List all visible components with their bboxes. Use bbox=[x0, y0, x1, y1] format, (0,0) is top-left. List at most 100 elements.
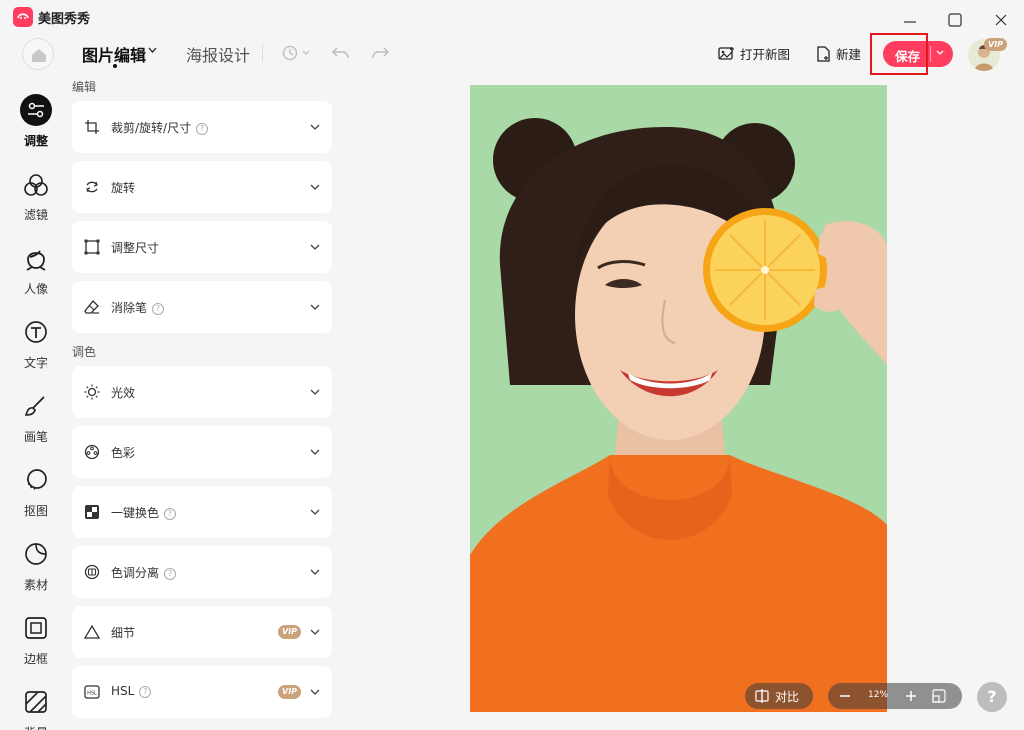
chevron-down-icon[interactable] bbox=[309, 121, 321, 133]
panel-item-rotate[interactable]: 旋转 bbox=[72, 161, 332, 213]
nav-text[interactable]: 文字 bbox=[12, 320, 60, 380]
chevron-down-icon[interactable] bbox=[309, 566, 321, 578]
compare-icon bbox=[755, 689, 769, 703]
help-icon[interactable]: ? bbox=[196, 123, 209, 135]
chevron-down-icon[interactable] bbox=[309, 506, 321, 518]
light-sun-icon bbox=[84, 384, 100, 400]
new-label: 新建 bbox=[836, 47, 862, 62]
nav-label: 调整 bbox=[23, 134, 48, 148]
panel-item-split-tone[interactable]: 色调分离? bbox=[72, 546, 332, 598]
home-button[interactable] bbox=[22, 38, 54, 70]
save-divider bbox=[930, 46, 931, 62]
vip-badge: VIP bbox=[984, 38, 1008, 51]
panel-item-crop[interactable]: 裁剪/旋转/尺寸? bbox=[72, 101, 332, 153]
photo-canvas[interactable] bbox=[470, 85, 887, 712]
chevron-down-icon[interactable] bbox=[309, 301, 321, 313]
nav-brush[interactable]: 画笔 bbox=[12, 394, 60, 454]
crop-icon bbox=[85, 120, 99, 134]
nav-frame[interactable]: 边框 bbox=[12, 616, 60, 676]
nav-label: 画笔 bbox=[23, 430, 48, 444]
vip-badge: VIP bbox=[278, 685, 302, 699]
panel-item-label: 裁剪/旋转/尺寸 bbox=[111, 121, 192, 135]
nav-label: 人像 bbox=[23, 282, 48, 296]
panel-item-color[interactable]: 色彩 bbox=[72, 426, 332, 478]
nav-adjust[interactable]: 调整 bbox=[12, 94, 60, 158]
panel-item-label: HSL bbox=[111, 684, 135, 698]
chevron-down-icon[interactable] bbox=[309, 626, 321, 638]
fit-screen-icon[interactable] bbox=[932, 689, 946, 703]
filter-circles-icon bbox=[22, 172, 50, 200]
tab-image-edit[interactable]: 图片编辑 bbox=[82, 42, 146, 66]
eraser-icon bbox=[84, 300, 99, 314]
chevron-down-icon[interactable] bbox=[309, 241, 321, 253]
help-button[interactable]: ? bbox=[977, 682, 1007, 712]
panel-item-eraser[interactable]: 消除笔? bbox=[72, 281, 332, 333]
panel-item-label: 细节 bbox=[111, 626, 136, 640]
nav-sticker[interactable]: 素材 bbox=[12, 542, 60, 602]
panel-item-label: 色彩 bbox=[111, 446, 136, 460]
save-highlight-box bbox=[870, 33, 928, 75]
redo-icon[interactable] bbox=[370, 43, 392, 63]
undo-icon[interactable] bbox=[331, 43, 353, 63]
chevron-down-icon[interactable] bbox=[309, 181, 321, 193]
panel-item-light[interactable]: 光效 bbox=[72, 366, 332, 418]
open-new-image-button[interactable]: 打开新图 bbox=[718, 44, 790, 63]
portrait-photo bbox=[470, 85, 887, 712]
compare-button[interactable]: 对比 bbox=[745, 683, 813, 709]
nav-label: 文字 bbox=[23, 356, 48, 370]
chevron-down-icon[interactable] bbox=[309, 686, 321, 698]
chevron-down-icon[interactable] bbox=[309, 386, 321, 398]
app-logo-icon bbox=[13, 7, 33, 27]
maximize-button[interactable] bbox=[945, 10, 965, 30]
nav-label: 滤镜 bbox=[23, 208, 48, 222]
panel-item-resize[interactable]: 调整尺寸 bbox=[72, 221, 332, 273]
svg-text:HSL: HSL bbox=[87, 691, 97, 697]
brush-icon bbox=[22, 394, 50, 422]
nav-portrait[interactable]: 人像 bbox=[12, 246, 60, 306]
portrait-icon bbox=[22, 246, 50, 274]
panel-item-label: 光效 bbox=[111, 386, 136, 400]
sticker-icon bbox=[22, 542, 50, 570]
nav-cutout[interactable]: 抠图 bbox=[12, 468, 60, 528]
split-tone-icon bbox=[84, 564, 100, 580]
title-bar: 美图秀秀 bbox=[0, 0, 1024, 34]
text-t-icon bbox=[22, 320, 50, 348]
chevron-down-icon[interactable] bbox=[148, 47, 157, 53]
help-icon[interactable]: ? bbox=[139, 686, 152, 698]
zoom-out-icon[interactable] bbox=[838, 689, 852, 703]
zoom-in-icon[interactable] bbox=[904, 689, 918, 703]
zoom-control: 12% bbox=[828, 683, 962, 709]
cutout-icon bbox=[22, 468, 50, 496]
panel-item-color-swap[interactable]: 一键换色? bbox=[72, 486, 332, 538]
close-button[interactable] bbox=[991, 10, 1011, 30]
rotate-icon bbox=[86, 181, 98, 193]
minimize-button[interactable] bbox=[900, 10, 920, 30]
help-icon[interactable]: ? bbox=[164, 568, 177, 580]
panel-item-label: 色调分离 bbox=[111, 566, 160, 580]
new-button[interactable]: 新建 bbox=[816, 44, 861, 63]
resize-icon bbox=[84, 239, 100, 255]
panel-item-label: 旋转 bbox=[111, 181, 136, 195]
new-file-icon bbox=[817, 45, 830, 62]
panel-item-label: 一键换色 bbox=[111, 506, 160, 520]
frame-icon bbox=[22, 616, 50, 644]
triangle-detail-icon bbox=[84, 624, 100, 639]
panel-item-hsl[interactable]: HSL HSL? VIP bbox=[72, 666, 332, 718]
help-icon[interactable]: ? bbox=[152, 303, 165, 315]
nav-filter[interactable]: 滤镜 bbox=[12, 172, 60, 232]
active-tab-indicator bbox=[113, 64, 117, 68]
chevron-down-icon[interactable] bbox=[935, 48, 945, 58]
help-icon[interactable]: ? bbox=[164, 508, 177, 520]
tab-poster-design[interactable]: 海报设计 bbox=[186, 42, 250, 66]
section-label-tone: 调色 bbox=[72, 345, 97, 359]
nav-label: 背景 bbox=[12, 724, 60, 730]
panel-item-label: 调整尺寸 bbox=[111, 241, 160, 255]
history-icon[interactable] bbox=[280, 43, 310, 63]
palette-icon bbox=[84, 444, 100, 460]
nav-background[interactable]: 背景 bbox=[12, 690, 60, 730]
section-label-edit: 编辑 bbox=[72, 80, 97, 94]
panel-item-detail[interactable]: 细节 VIP bbox=[72, 606, 332, 658]
home-icon bbox=[32, 49, 46, 62]
chevron-down-icon[interactable] bbox=[309, 446, 321, 458]
open-image-icon bbox=[718, 46, 734, 60]
